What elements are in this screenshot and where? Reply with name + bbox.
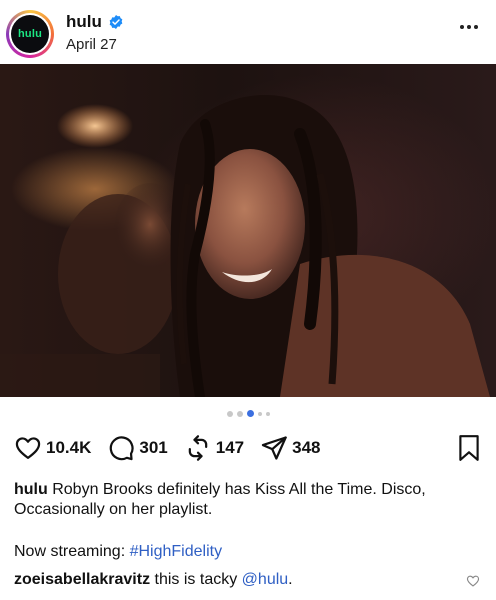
repost-button[interactable]: 147 — [184, 434, 244, 462]
carousel-dot — [265, 411, 270, 416]
comment-like-heart-icon[interactable] — [466, 574, 480, 588]
more-horizontal-icon[interactable] — [460, 25, 478, 29]
avatar[interactable]: hulu — [6, 10, 54, 58]
bookmark-icon[interactable] — [456, 434, 482, 462]
post-image[interactable] — [0, 64, 496, 397]
carousel-indicator — [0, 410, 496, 417]
avatar-text: hulu — [17, 28, 42, 40]
carousel-dot — [236, 410, 243, 417]
send-icon — [261, 436, 287, 460]
like-button[interactable]: 10.4K — [14, 434, 91, 462]
caption-username[interactable]: hulu — [14, 481, 48, 498]
comment-username[interactable]: zoeisabellakravitz — [14, 571, 150, 588]
like-count: 10.4K — [46, 438, 92, 457]
carousel-dot-active — [246, 410, 254, 417]
repost-icon — [188, 435, 208, 461]
mention-link[interactable]: @hulu — [242, 571, 289, 588]
post-photo-illustration — [0, 95, 490, 397]
carousel-dot — [226, 410, 233, 417]
hashtag-link[interactable]: #HighFidelity — [130, 543, 222, 560]
comment-button[interactable]: 301 — [107, 434, 168, 462]
action-bar: 10.4K 301 147 348 — [14, 432, 482, 464]
post-username[interactable]: hulu — [66, 12, 102, 32]
streaming-line: Now streaming: #HighFidelity — [14, 543, 222, 561]
repost-count: 147 — [215, 438, 245, 457]
share-button[interactable]: 348 — [260, 434, 321, 462]
verified-badge-icon — [109, 15, 123, 29]
comment-text: this is tacky — [154, 571, 242, 588]
carousel-dot — [257, 411, 262, 416]
post-header: hulu hulu April 27 — [0, 0, 496, 64]
comment-icon — [110, 436, 134, 461]
comment-count: 301 — [139, 438, 168, 457]
streaming-prefix: Now streaming: — [14, 543, 130, 560]
comment-suffix: . — [288, 571, 293, 588]
top-comment: zoeisabellakravitz this is tacky @hulu. — [14, 571, 293, 589]
hulu-logo: hulu — [11, 15, 49, 53]
post-date: April 27 — [66, 36, 117, 53]
post-caption: hulu Robyn Brooks definitely has Kiss Al… — [14, 480, 480, 520]
heart-icon — [15, 437, 41, 460]
caption-text: Robyn Brooks definitely has Kiss All the… — [14, 481, 426, 518]
share-count: 348 — [292, 438, 321, 457]
